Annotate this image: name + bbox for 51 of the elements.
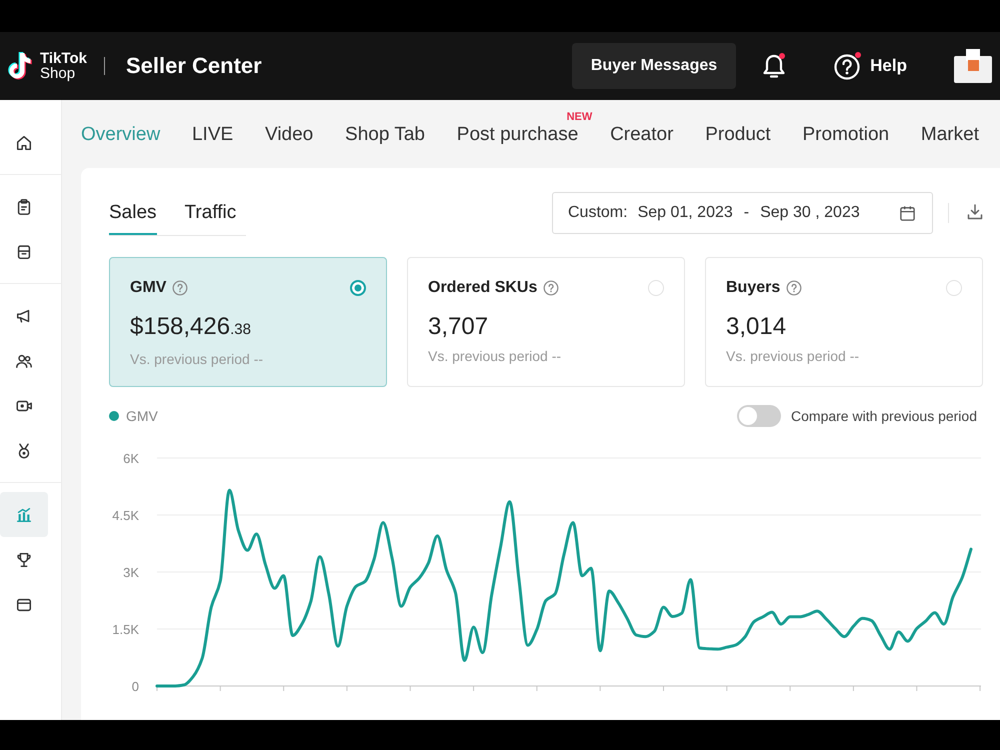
report-tab[interactable]: Traffic — [184, 192, 236, 235]
y-axis-label: 1.5K — [112, 622, 139, 637]
nav-tab[interactable]: LIVE — [192, 124, 234, 146]
metric-card[interactable]: Buyers 3,014 Vs. previous period -- — [705, 257, 983, 387]
toggle-label: Compare with previous period — [791, 408, 977, 424]
download-icon[interactable] — [966, 203, 984, 221]
bell-icon[interactable] — [761, 52, 788, 80]
comparison-text: Vs. previous period -- — [130, 351, 264, 367]
nav-tab[interactable]: Promotion — [802, 124, 890, 146]
logo-title: TikTok — [40, 51, 87, 66]
date-range-field[interactable]: Custom: Sep 01, 2023 - Sep 30 , 2023 — [552, 192, 933, 234]
nav-tab[interactable]: Market — [920, 124, 979, 146]
store-icon[interactable] — [953, 48, 993, 84]
metric-card[interactable]: Ordered SKUs 3,707 Vs. previous period -- — [407, 257, 685, 387]
nav-tab[interactable]: Post purchase — [456, 124, 578, 146]
y-axis-label: 4.5K — [112, 508, 139, 523]
clipboard-icon — [15, 198, 33, 216]
help-button[interactable]: Help — [833, 51, 907, 81]
buyer-messages-button[interactable]: Buyer Messages — [572, 43, 736, 89]
nav-tab[interactable]: Product — [705, 124, 771, 146]
trophy-icon — [15, 550, 33, 568]
logo-subtitle: Shop — [40, 66, 76, 81]
y-axis-label: 3K — [123, 565, 139, 580]
help-icon[interactable] — [786, 280, 802, 296]
app-title: Seller Center — [126, 53, 262, 79]
legend-label: GMV — [126, 408, 158, 424]
box-icon — [15, 242, 33, 260]
help-icon[interactable] — [543, 280, 560, 296]
comparison-text: Vs. previous period -- — [726, 348, 860, 364]
metric-title: GMV — [130, 279, 166, 297]
bar-chart-icon — [15, 506, 33, 524]
metric-title: Ordered SKUs — [428, 279, 538, 297]
comparison-text: Vs. previous period -- — [428, 348, 562, 364]
toggle-switch[interactable] — [737, 405, 782, 427]
nav-tab[interactable]: Video — [264, 124, 314, 146]
report-tab[interactable]: Sales — [109, 192, 157, 235]
metric-value: 3,014 — [726, 312, 788, 342]
y-axis-label: 6K — [123, 451, 139, 466]
help-icon[interactable] — [172, 280, 188, 296]
home-icon — [15, 134, 33, 152]
metric-value: $158,426.38 — [130, 312, 252, 342]
music-note-icon — [5, 50, 35, 82]
new-label: NEW — [566, 111, 592, 123]
metric-card[interactable]: GMV $158,426.38 Vs. previous period -- — [109, 257, 387, 387]
radio-button[interactable] — [350, 280, 366, 296]
metric-value: 3,707 — [428, 312, 490, 342]
nav-tab[interactable]: Shop Tab — [345, 124, 425, 146]
nav-tab[interactable]: Creator — [610, 124, 674, 146]
metric-title: Buyers — [726, 279, 780, 297]
y-axis-label: 0 — [132, 679, 139, 694]
calendar-icon — [899, 204, 916, 222]
